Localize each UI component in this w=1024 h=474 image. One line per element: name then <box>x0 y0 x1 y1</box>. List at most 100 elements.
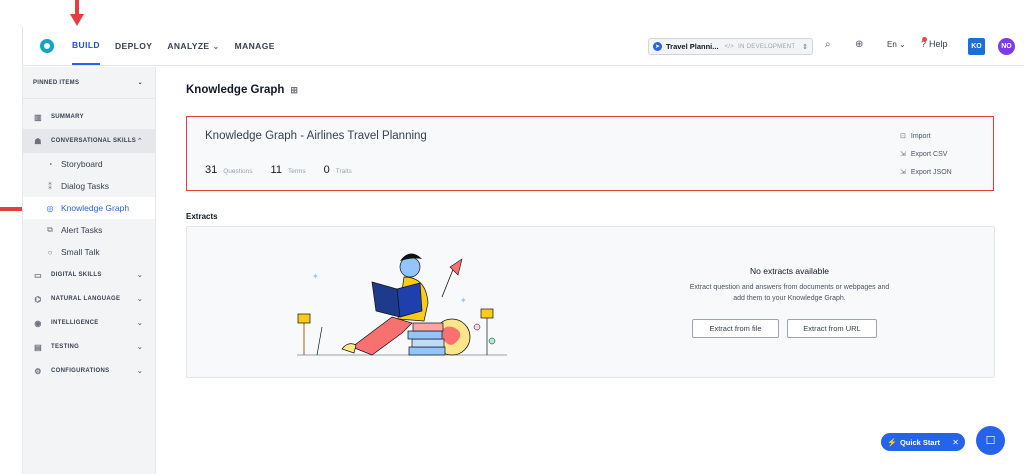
search-icon[interactable]: ⌕ <box>825 39 831 50</box>
extracts-panel: ✦ ✦ No extracts available Extract questi… <box>186 226 995 378</box>
nav-manage[interactable]: MANAGE <box>235 27 275 65</box>
chevron-down-icon: ⌄ <box>212 41 220 51</box>
nav-deploy[interactable]: DEPLOY <box>115 27 152 65</box>
pinned-items[interactable]: PINNED ITEMS ⌄ <box>23 67 155 99</box>
alert-icon: ⧉ <box>47 225 53 234</box>
export-icon: ⇲ <box>900 169 906 176</box>
sidebar-item-natural-language[interactable]: ⌬ NATURAL LANGUAGE ⌄ <box>23 287 155 311</box>
lightning-icon: ⚡ <box>887 437 897 447</box>
chevron-down-icon: ⌄ <box>137 80 143 86</box>
clipboard-icon: ▤ <box>34 342 42 352</box>
nav-analyze[interactable]: ANALYZE ⌄ <box>167 27 219 65</box>
stat-value: 31 <box>205 164 218 176</box>
nav-label: MANAGE <box>234 41 275 51</box>
sidebar-subitem-label: Dialog Tasks <box>61 181 110 191</box>
knowledge-graph-icon: ◎ <box>46 203 54 213</box>
sidebar-subitem-storyboard[interactable]: ◔ Storyboard <box>23 153 155 175</box>
action-label: Export JSON <box>910 168 952 176</box>
chevron-down-icon: ⌄ <box>136 320 143 327</box>
stat-label: Traits <box>335 168 352 175</box>
pinned-label: PINNED ITEMS <box>33 79 80 86</box>
svg-text:✦: ✦ <box>460 296 467 305</box>
quick-start-button[interactable]: ⚡ Quick Start ✕ <box>881 433 965 451</box>
book-icon[interactable]: ⊞ <box>290 85 298 96</box>
stat-label: Terms <box>287 168 306 175</box>
stat-terms: 11 Terms <box>271 164 306 176</box>
code-icon: </> <box>724 43 735 50</box>
sidebar-subitem-label: Storyboard <box>61 159 103 169</box>
robot-icon: ☗ <box>34 136 42 146</box>
sidebar-subitem-label: Small Talk <box>61 247 100 257</box>
language-selector[interactable]: En ⌄ <box>887 40 906 49</box>
sidebar: PINNED ITEMS ⌄ ▥ SUMMARY ☗ CONVERSATIONA… <box>23 67 156 474</box>
extract-from-url-button[interactable]: Extract from URL <box>787 319 877 338</box>
chat-bubble-icon: ☐ <box>985 435 996 447</box>
sidebar-item-summary[interactable]: ▥ SUMMARY <box>23 105 155 129</box>
nav-build[interactable]: BUILD <box>72 27 100 65</box>
action-label: Export CSV <box>910 150 948 158</box>
page-title: Knowledge Graph ⊞ <box>186 84 298 96</box>
sidebar-item-intelligence[interactable]: ◉ INTELLIGENCE ⌄ <box>23 311 155 335</box>
extracts-heading: Extracts <box>186 212 218 221</box>
sidebar-item-digital-skills[interactable]: ▭ DIGITAL SKILLS ⌄ <box>23 263 155 287</box>
sidebar-item-label: SUMMARY <box>51 114 84 120</box>
notification-dot <box>922 37 927 42</box>
stat-value: 0 <box>323 164 330 176</box>
chevron-down-icon: ⌄ <box>136 296 143 303</box>
export-csv-button[interactable]: ⇲ Export CSV <box>900 145 952 163</box>
chat-fab-button[interactable]: ☐ <box>976 426 1005 455</box>
knowledge-graph-card: Knowledge Graph - Airlines Travel Planni… <box>186 116 994 191</box>
import-button[interactable]: ⊡ Import <box>900 127 952 145</box>
dialog-icon: ⁑ <box>48 181 52 191</box>
sidebar-item-label: CONVERSATIONAL SKILLS <box>51 138 137 144</box>
annotation-arrow-down <box>70 0 84 26</box>
close-icon[interactable]: ✕ <box>952 438 959 447</box>
kg-title: Knowledge Graph - Airlines Travel Planni… <box>205 130 427 142</box>
nav-label: ANALYZE <box>167 41 210 51</box>
kg-actions: ⊡ Import ⇲ Export CSV ⇲ Export JSON <box>900 127 952 181</box>
app-logo[interactable] <box>40 39 54 53</box>
chart-icon: ▥ <box>34 112 42 122</box>
chevron-down-icon: ⌄ <box>136 272 143 279</box>
extract-from-file-button[interactable]: Extract from file <box>692 319 779 338</box>
top-nav: BUILD DEPLOY ANALYZE ⌄ MANAGE <box>72 27 290 65</box>
sidebar-item-label: NATURAL LANGUAGE <box>51 296 121 302</box>
export-json-button[interactable]: ⇲ Export JSON <box>900 163 952 181</box>
sidebar-item-label: TESTING <box>51 344 80 350</box>
add-circle-icon[interactable]: ⊕ <box>855 39 863 50</box>
reading-person-illustration: ✦ ✦ <box>297 253 507 356</box>
page-title-text: Knowledge Graph <box>186 84 285 96</box>
sidebar-subitem-label: Alert Tasks <box>61 225 103 235</box>
sidebar-subitem-small-talk[interactable]: ○ Small Talk <box>23 241 155 263</box>
bot-name: Travel Planni... <box>666 42 719 51</box>
export-icon: ⇲ <box>900 151 906 158</box>
chevron-up-icon: ⌃ <box>136 138 143 145</box>
bot-selector[interactable]: ➤ Travel Planni... </> IN DEVELOPMENT ⇕ <box>648 38 813 55</box>
sidebar-item-conversational-skills[interactable]: ☗ CONVERSATIONAL SKILLS ⌃ <box>23 129 155 153</box>
empty-state-title: No extracts available <box>750 266 829 276</box>
svg-text:✦: ✦ <box>312 272 319 281</box>
import-icon: ⊡ <box>900 133 906 140</box>
chat-icon: ○ <box>47 247 53 257</box>
stat-value: 11 <box>270 164 282 176</box>
sidebar-item-testing[interactable]: ▤ TESTING ⌄ <box>23 335 155 359</box>
sidebar-item-configurations[interactable]: ⚙ CONFIGURATIONS ⌄ <box>23 359 155 383</box>
sidebar-subitem-alert-tasks[interactable]: ⧉ Alert Tasks <box>23 219 155 241</box>
language-icon: ⌬ <box>34 294 42 304</box>
stat-label: Questions <box>223 168 253 175</box>
sidebar-item-label: DIGITAL SKILLS <box>51 272 102 278</box>
nav-label: DEPLOY <box>114 41 153 51</box>
brain-icon: ◉ <box>34 318 42 328</box>
kg-stats: 31 Questions 11 Terms 0 Traits <box>205 164 370 176</box>
help-button[interactable]: ? Help <box>921 37 948 49</box>
workspace-avatar[interactable]: KO <box>968 38 985 55</box>
language-label: En <box>887 40 897 49</box>
quick-start-label: Quick Start <box>899 437 940 447</box>
storyboard-icon: ◔ <box>47 159 53 169</box>
user-avatar[interactable]: NO <box>998 38 1015 55</box>
sidebar-subitem-knowledge-graph[interactable]: ◎ Knowledge Graph <box>23 197 155 219</box>
sidebar-subitem-dialog-tasks[interactable]: ⁑ Dialog Tasks <box>23 175 155 197</box>
bot-status: IN DEVELOPMENT <box>738 43 796 50</box>
help-label: Help <box>929 39 948 49</box>
top-bar: BUILD DEPLOY ANALYZE ⌄ MANAGE ➤ Travel Pl… <box>23 27 1024 66</box>
